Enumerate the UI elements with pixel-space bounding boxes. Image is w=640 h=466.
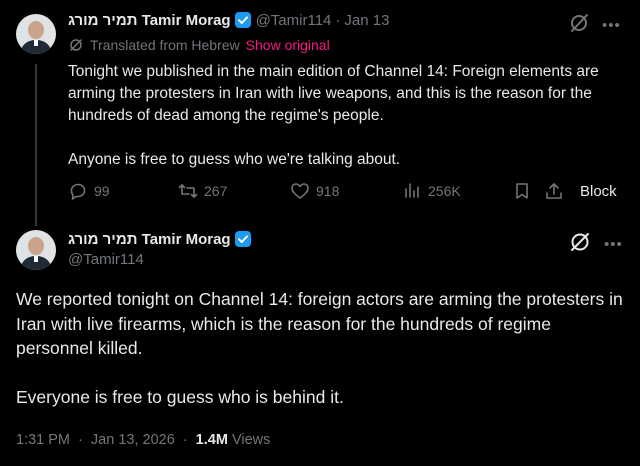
like-icon <box>291 183 309 199</box>
reply-tweet-actions: 99 267 918 256K Block <box>68 180 628 202</box>
translated-label: Translated from Hebrew <box>90 37 240 53</box>
reply-count: 99 <box>94 183 110 199</box>
tweet-metadata: 1:31 PM · Jan 13, 2026 · 1.4M Views <box>16 432 270 448</box>
share-icon <box>546 183 562 199</box>
main-tweet-handle-row: @Tamir114 <box>68 251 144 268</box>
bookmark-icon <box>516 183 528 199</box>
reply-icon <box>70 183 86 200</box>
handle[interactable]: @Tamir114 <box>68 251 144 268</box>
avatar[interactable] <box>16 14 56 54</box>
views-label: Views <box>231 432 271 448</box>
translate-slash-icon[interactable] <box>568 230 592 259</box>
separator-dot: · <box>182 432 188 448</box>
verified-badge-icon[interactable] <box>234 230 252 248</box>
views-icon <box>405 183 419 198</box>
avatar-image <box>16 230 56 270</box>
views-button[interactable]: 256K <box>402 180 461 202</box>
main-tweet-top-actions: ••• <box>568 230 623 259</box>
more-icon[interactable]: ••• <box>604 237 623 252</box>
more-icon[interactable]: ••• <box>602 18 621 33</box>
tweet-date[interactable]: Jan 13, 2026 <box>91 432 175 448</box>
display-name[interactable]: תמיר מורג Tamir Morag <box>68 231 231 248</box>
main-tweet-text: We reported tonight on Channel 14: forei… <box>16 287 628 409</box>
like-button[interactable]: 918 <box>290 180 339 202</box>
views-count: 256K <box>428 183 461 199</box>
avatar[interactable] <box>16 230 56 270</box>
display-name[interactable]: תמיר מורג Tamir Morag <box>68 12 231 29</box>
reply-tweet-header: תמיר מורג Tamir Morag @Tamir114 · Jan 13 <box>68 11 389 29</box>
translate-icon <box>68 37 84 53</box>
block-label: Block <box>580 182 617 200</box>
translation-notice: Translated from Hebrew Show original <box>68 37 330 53</box>
translate-slash-icon[interactable] <box>568 12 590 39</box>
separator-dot: · <box>78 432 83 448</box>
show-original-link[interactable]: Show original <box>246 37 330 53</box>
bookmark-button[interactable] <box>512 180 532 202</box>
repost-count: 267 <box>204 183 228 199</box>
main-tweet-header: תמיר מורג Tamir Morag <box>68 230 256 248</box>
thread-line <box>35 64 37 226</box>
verified-badge-icon[interactable] <box>234 11 252 29</box>
tweet-time[interactable]: 1:31 PM <box>16 432 70 448</box>
reply-tweet-top-actions: ••• <box>568 12 621 39</box>
tweet-paragraph: We reported tonight on Channel 14: forei… <box>16 289 623 358</box>
reply-button[interactable]: 99 <box>68 180 110 202</box>
repost-icon <box>178 184 198 198</box>
reply-tweet-text: Tonight we published in the main edition… <box>68 61 628 171</box>
handle[interactable]: @Tamir114 <box>256 12 332 29</box>
block-button[interactable]: Block <box>580 180 617 202</box>
separator-dot: · <box>335 11 341 29</box>
like-count: 918 <box>316 183 340 199</box>
tweet-paragraph: Everyone is free to guess who is behind … <box>16 386 344 407</box>
tweet-date[interactable]: Jan 13 <box>344 12 389 29</box>
tweet-paragraph: Tonight we published in the main edition… <box>68 63 599 124</box>
avatar-image <box>16 14 56 54</box>
views-count: 1.4M <box>195 432 228 448</box>
share-button[interactable] <box>544 180 564 202</box>
repost-button[interactable]: 267 <box>178 180 227 202</box>
tweet-paragraph: Anyone is free to guess who we're talkin… <box>68 151 401 168</box>
